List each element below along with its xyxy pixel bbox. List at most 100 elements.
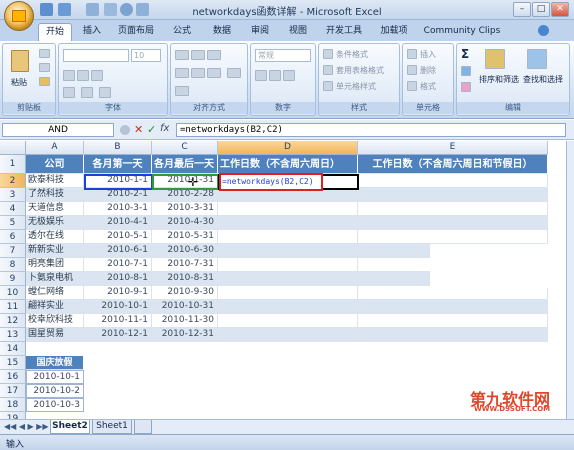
table-cell[interactable]: 无极娱乐: [26, 216, 84, 230]
table-cell[interactable]: [218, 216, 358, 230]
sheet-nav-icon[interactable]: ◀◀ ◀ ▶ ▶▶: [4, 422, 49, 431]
table-cell[interactable]: [358, 188, 548, 202]
table-cell[interactable]: 2010-10-1: [84, 300, 152, 314]
formula-input[interactable]: =networkdays(B2,C2): [176, 123, 566, 137]
italic-icon[interactable]: [77, 70, 89, 81]
row-header[interactable]: 14: [0, 342, 26, 356]
table-cell[interactable]: [358, 286, 548, 300]
cond-format-button[interactable]: 条件格式: [336, 49, 368, 60]
table-cell[interactable]: 国星贸易: [26, 328, 84, 342]
row-header[interactable]: 1: [0, 155, 26, 174]
font-name-box[interactable]: [63, 49, 129, 62]
table-cell[interactable]: 卜氨泉电机: [26, 272, 84, 286]
font-color-icon[interactable]: [99, 87, 111, 98]
holiday-date[interactable]: 2010-10-2: [26, 384, 84, 398]
maximize-icon[interactable]: □: [532, 2, 550, 17]
bold-icon[interactable]: [63, 70, 75, 81]
table-cell[interactable]: 欧泰科技: [26, 174, 84, 188]
table-cell[interactable]: 2010-2-28: [152, 188, 218, 202]
save-icon[interactable]: [40, 3, 53, 16]
align-top-icon[interactable]: [175, 50, 189, 60]
currency-icon[interactable]: [255, 70, 267, 81]
table-cell[interactable]: 明亮集团: [26, 258, 84, 272]
copy-icon[interactable]: [39, 63, 50, 72]
vertical-scrollbar[interactable]: [566, 141, 574, 419]
cell-style-button[interactable]: 单元格样式: [336, 81, 376, 92]
cut-icon[interactable]: [39, 49, 50, 58]
table-cell[interactable]: [358, 174, 548, 188]
table-cell[interactable]: 2010-6-30: [152, 244, 218, 258]
tab-addins[interactable]: 加载项: [376, 23, 412, 41]
sheet-tab-sheet2[interactable]: Sheet2: [50, 420, 90, 434]
table-cell[interactable]: 2010-6-1: [84, 244, 152, 258]
comma-icon[interactable]: [283, 70, 295, 81]
table-cell[interactable]: 2010-7-1: [84, 258, 152, 272]
number-format-box[interactable]: 常规: [255, 49, 311, 62]
table-format-icon[interactable]: [323, 65, 333, 75]
table-cell[interactable]: 2010-3-31: [152, 202, 218, 216]
tab-view[interactable]: 视图: [284, 23, 312, 41]
align-middle-icon[interactable]: [191, 50, 205, 60]
help-icon[interactable]: [538, 25, 549, 36]
new-sheet-icon[interactable]: [134, 420, 152, 434]
tab-developer[interactable]: 开发工具: [322, 23, 366, 41]
minimize-icon[interactable]: –: [513, 2, 531, 17]
sheet-tab-sheet1[interactable]: Sheet1: [92, 420, 132, 434]
table-cell[interactable]: [358, 328, 548, 342]
format-cells-button[interactable]: 格式: [420, 81, 436, 92]
close-icon[interactable]: ✕: [551, 2, 569, 17]
column-header-c[interactable]: C: [152, 141, 218, 155]
table-cell[interactable]: 2010-12-1: [84, 328, 152, 342]
row-header[interactable]: 16: [0, 370, 26, 384]
header-cell[interactable]: 各月最后一天: [152, 155, 218, 174]
undo-icon[interactable]: [58, 3, 71, 16]
sort-filter-button[interactable]: 排序和筛选: [479, 74, 519, 85]
table-cell[interactable]: [358, 202, 548, 216]
table-cell[interactable]: [218, 258, 358, 272]
table-cell[interactable]: [218, 286, 358, 300]
percent-icon[interactable]: [269, 70, 281, 81]
enter-icon[interactable]: ✓: [147, 123, 156, 136]
select-all-corner[interactable]: [0, 141, 26, 155]
tab-review[interactable]: 审阅: [246, 23, 274, 41]
table-cell[interactable]: [358, 314, 548, 328]
table-cell[interactable]: [218, 244, 358, 258]
header-cell[interactable]: 工作日数（不含周六周日和节假日）: [358, 155, 548, 174]
table-cell[interactable]: 2010-11-1: [84, 314, 152, 328]
row-header[interactable]: 5: [0, 216, 26, 230]
row-header[interactable]: 9: [0, 272, 26, 286]
table-cell[interactable]: [218, 300, 358, 314]
insert-function-icon[interactable]: fx: [160, 123, 169, 134]
table-cell[interactable]: 2010-9-30: [152, 286, 218, 300]
tab-formulas[interactable]: 公式: [168, 23, 196, 41]
border-icon[interactable]: [63, 87, 75, 98]
paste-icon[interactable]: [11, 50, 29, 72]
circle-icon[interactable]: [120, 3, 133, 16]
column-header-b[interactable]: B: [84, 141, 152, 155]
tab-data[interactable]: 数据: [208, 23, 236, 41]
font-size-box[interactable]: 10: [131, 49, 161, 62]
table-cell[interactable]: 2010-2-1: [84, 188, 152, 202]
row-header[interactable]: 2: [0, 174, 26, 188]
table-cell[interactable]: 2010-10-31: [152, 300, 218, 314]
tab-page-layout[interactable]: 页面布局: [114, 23, 158, 41]
delete-cells-icon[interactable]: [407, 65, 417, 75]
table-cell[interactable]: [358, 300, 548, 314]
header-cell[interactable]: 公司: [26, 155, 84, 174]
chart-icon[interactable]: [136, 3, 149, 16]
table-cell[interactable]: 校幸欣科技: [26, 314, 84, 328]
find-select-icon[interactable]: [527, 49, 547, 69]
table-cell[interactable]: [358, 216, 548, 230]
clear-icon[interactable]: [461, 82, 471, 92]
cell-style-icon[interactable]: [323, 81, 333, 91]
delete-cells-button[interactable]: 删除: [420, 65, 436, 76]
column-header-a[interactable]: A: [26, 141, 84, 155]
table-cell[interactable]: 翩祥实业: [26, 300, 84, 314]
insert-cells-icon[interactable]: [407, 49, 417, 59]
table-cell[interactable]: 2010-4-30: [152, 216, 218, 230]
table-cell[interactable]: 新新实业: [26, 244, 84, 258]
row-header[interactable]: 4: [0, 202, 26, 216]
indent-icon[interactable]: [175, 86, 189, 96]
tab-insert[interactable]: 插入: [78, 23, 106, 41]
row-header[interactable]: 6: [0, 230, 26, 244]
